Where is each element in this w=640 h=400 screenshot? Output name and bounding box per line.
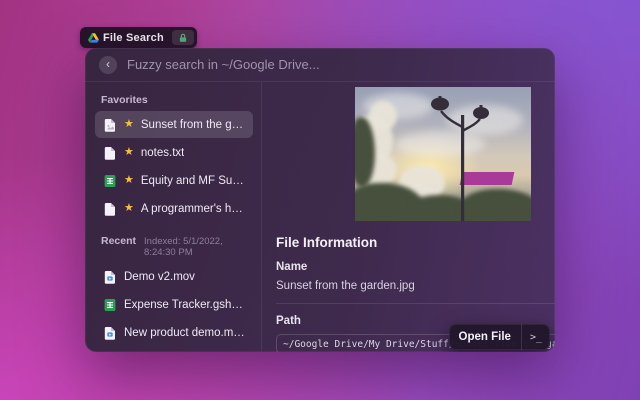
lock-badge[interactable]: [172, 30, 194, 45]
file-name-label: Expense Tracker.gsheet: [124, 299, 245, 311]
file-name-label: Equity and MF Sum.gsheet: [141, 175, 245, 187]
favorite-star-icon: ★: [124, 119, 134, 130]
video-file-icon: [103, 326, 117, 340]
spreadsheet-file-icon: [103, 174, 117, 188]
file-preview-image: [355, 87, 531, 221]
google-drive-icon: [88, 33, 99, 43]
section-header: Recent Indexed: 5/1/2022, 8:24:30 PM: [101, 235, 253, 258]
image-file-icon: [103, 118, 117, 132]
file-list-item[interactable]: Expense Tracker.gsheet: [95, 291, 253, 318]
open-file-button[interactable]: Open File >_: [449, 324, 550, 350]
file-list-item[interactable]: ★Sunset from the garden.jpg: [95, 347, 253, 351]
favorite-star-icon: ★: [124, 147, 134, 158]
name-field-label: Name: [276, 261, 555, 273]
file-list-item[interactable]: ★ A programmer's handbook.p...: [95, 195, 253, 222]
file-list-item[interactable]: ★ Equity and MF Sum.gsheet: [95, 167, 253, 194]
name-field-value: Sunset from the garden.jpg: [276, 280, 555, 292]
lamp-post-silhouette: [355, 87, 531, 221]
app-pill-label: File Search: [103, 32, 168, 44]
search-input[interactable]: [127, 57, 541, 72]
spreadsheet-file-icon: [103, 298, 117, 312]
file-name-label: Demo v2.mov: [124, 271, 195, 283]
app-pill[interactable]: File Search: [80, 27, 197, 48]
terminal-shortcut-icon: >_: [522, 332, 550, 343]
file-search-window: ‹ Favorites ★ Sunset from the garden.jpg ★ n…: [85, 48, 555, 352]
open-file-label: Open File: [449, 331, 521, 343]
file-list-item[interactable]: ★ notes.txt: [95, 139, 253, 166]
section-title: Recent: [101, 235, 136, 247]
file-detail-panel: File Information Name Sunset from the ga…: [262, 82, 555, 351]
favorite-star-icon: ★: [124, 203, 134, 214]
file-list-item[interactable]: ★ Sunset from the garden.jpg: [95, 111, 253, 138]
document-file-icon: [103, 146, 117, 160]
file-list-item[interactable]: New product demo.mov: [95, 319, 253, 346]
favorite-star-icon: ★: [124, 175, 134, 186]
document-file-icon: [103, 202, 117, 216]
back-button[interactable]: ‹: [99, 56, 117, 74]
video-file-icon: [103, 270, 117, 284]
file-name-label: New product demo.mov: [124, 327, 245, 339]
file-information-heading: File Information: [276, 235, 555, 250]
search-bar: ‹: [85, 48, 555, 82]
indexed-timestamp: Indexed: 5/1/2022, 8:24:30 PM: [144, 236, 253, 258]
file-name-label: Sunset from the garden.jpg: [141, 119, 245, 131]
section-title: Favorites: [101, 94, 148, 106]
lock-icon: [178, 33, 188, 43]
file-name-label: A programmer's handbook.p...: [141, 203, 245, 215]
section-header: Favorites: [101, 94, 253, 106]
section-divider: [276, 303, 555, 304]
file-name-label: notes.txt: [141, 147, 184, 159]
file-list-item[interactable]: Demo v2.mov: [95, 263, 253, 290]
file-list-sidebar: Favorites ★ Sunset from the garden.jpg ★ not…: [85, 82, 262, 351]
